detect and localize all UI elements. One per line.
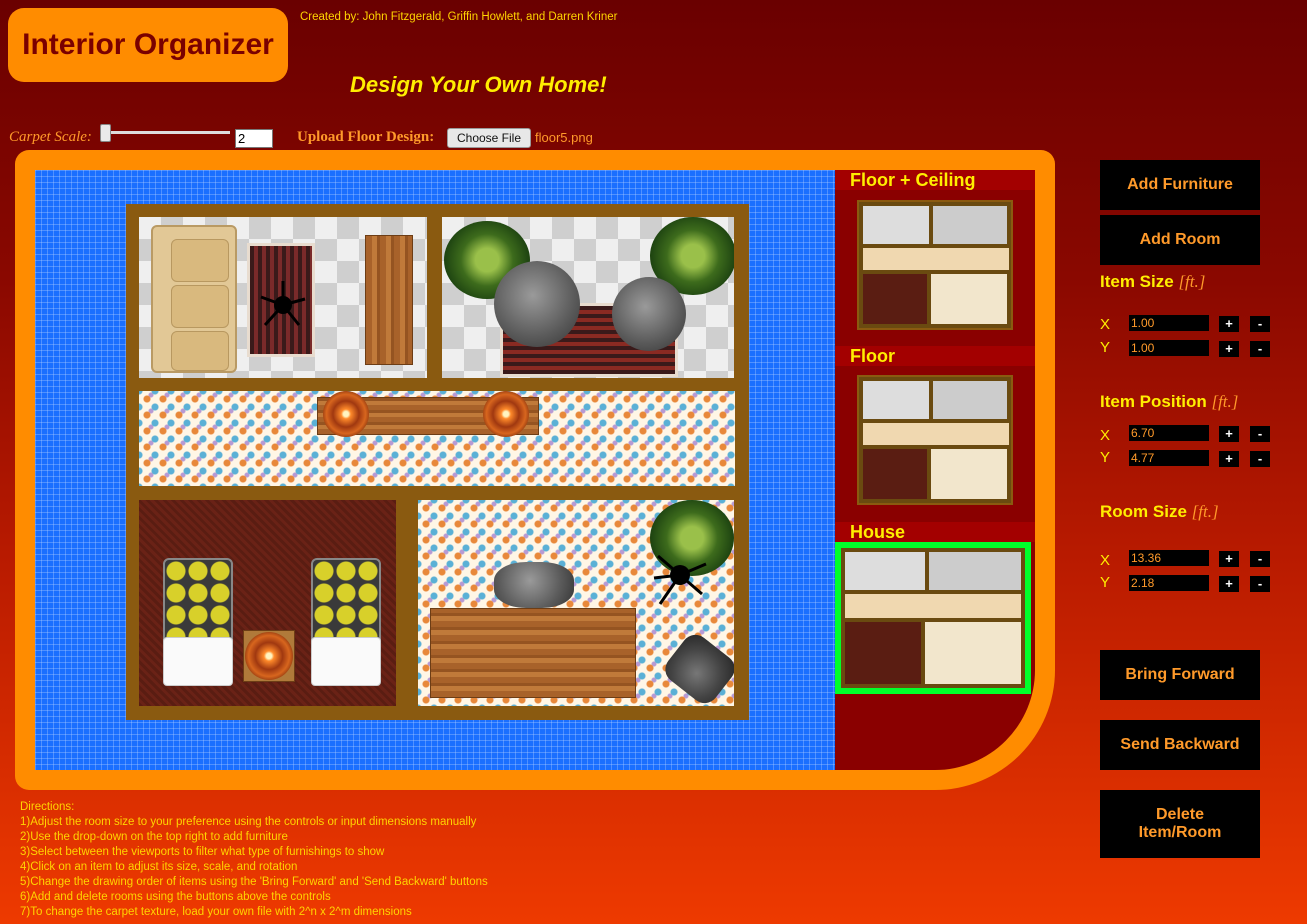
desk-chair[interactable] [494, 562, 574, 608]
desk[interactable] [430, 608, 636, 698]
item-position-x-plus-button[interactable]: + [1219, 426, 1239, 442]
item-size-heading: Item Size [ft.] [1100, 272, 1205, 292]
send-backward-button[interactable]: Send Backward [1100, 720, 1260, 770]
item-position-heading: Item Position [ft.] [1100, 392, 1238, 412]
item-position-x-field[interactable]: 6.70 [1129, 425, 1209, 441]
room-size-heading: Room Size [ft.] [1100, 502, 1219, 522]
slider-track [100, 131, 230, 134]
item-size-x-minus-button[interactable]: - [1250, 316, 1270, 332]
item-size-x-field[interactable]: 1.00 [1129, 315, 1209, 331]
item-position-x-minus-button[interactable]: - [1250, 426, 1270, 442]
bed[interactable] [311, 558, 381, 686]
choose-file-button[interactable]: Choose File [447, 128, 531, 148]
item-size-y-field[interactable]: 1.00 [1129, 340, 1209, 356]
logo-text: Interior Organizer [22, 28, 274, 61]
room-living[interactable] [139, 217, 427, 378]
viewport-floor-ceiling-label[interactable]: Floor + Ceiling [835, 170, 1035, 190]
slider-thumb[interactable] [100, 124, 111, 142]
ceiling-fan-icon[interactable] [257, 279, 309, 331]
viewport-floor[interactable] [857, 375, 1013, 505]
credits-text: Created by: John Fitzgerald, Griffin How… [300, 11, 618, 23]
room-bedroom[interactable] [139, 500, 396, 706]
file-name: floor5.png [535, 130, 593, 145]
add-furniture-button[interactable]: Add Furniture [1100, 160, 1260, 210]
lamp[interactable] [323, 391, 369, 437]
upload-floor-label: Upload Floor Design: [297, 129, 435, 145]
room-size-x-plus-button[interactable]: + [1219, 551, 1239, 567]
viewport-house-selected[interactable] [835, 542, 1031, 694]
item-position-y-label: Y [1100, 449, 1111, 466]
item-size-y-plus-button[interactable]: + [1219, 341, 1239, 357]
viewport-house-label[interactable]: House [835, 522, 1035, 542]
item-size-unit: [ft.] [1178, 272, 1206, 291]
direction-step: 5)Change the drawing order of items usin… [20, 876, 488, 888]
direction-step: 3)Select between the viewports to filter… [20, 846, 385, 858]
bed[interactable] [163, 558, 233, 686]
item-position-y-field[interactable]: 4.77 [1129, 450, 1209, 466]
delete-item-room-button[interactable]: Delete Item/Room [1100, 790, 1260, 858]
item-size-y-minus-button[interactable]: - [1250, 341, 1270, 357]
room-size-y-plus-button[interactable]: + [1219, 576, 1239, 592]
viewport-floor-ceiling[interactable] [857, 200, 1013, 330]
tagline: Design Your Own Home! [350, 72, 607, 97]
room-size-title: Room Size [1100, 502, 1187, 521]
item-size-x-plus-button[interactable]: + [1219, 316, 1239, 332]
viewport-floor-label[interactable]: Floor [835, 346, 1035, 366]
direction-step: 6)Add and delete rooms using the buttons… [20, 891, 331, 903]
item-position-x-label: X [1100, 427, 1111, 444]
bring-forward-button[interactable]: Bring Forward [1100, 650, 1260, 700]
item-position-y-minus-button[interactable]: - [1250, 451, 1270, 467]
round-chair[interactable] [612, 277, 686, 351]
coffee-table[interactable] [365, 235, 413, 365]
carpet-scale-input[interactable]: 2 [235, 129, 273, 148]
item-position-y-plus-button[interactable]: + [1219, 451, 1239, 467]
room-size-x-minus-button[interactable]: - [1250, 551, 1270, 567]
direction-step: 2)Use the drop-down on the top right to … [20, 831, 288, 843]
round-chair[interactable] [494, 261, 580, 347]
item-size-x-label: X [1100, 316, 1111, 333]
room-office[interactable] [418, 500, 734, 706]
room-size-y-field[interactable]: 2.18 [1129, 575, 1209, 591]
room-hallway[interactable] [139, 391, 735, 486]
office-chair[interactable] [659, 629, 734, 706]
carpet-scale-slider[interactable] [100, 124, 230, 142]
item-position-unit: [ft.] [1211, 392, 1239, 411]
item-size-y-label: Y [1100, 339, 1111, 356]
direction-step: 1)Adjust the room size to your preferenc… [20, 816, 477, 828]
room-size-unit: [ft.] [1191, 502, 1219, 521]
direction-step: 7)To change the carpet texture, load you… [20, 906, 412, 918]
ceiling-fan-icon[interactable] [650, 548, 710, 608]
directions-list: Directions: 1)Adjust the room size to yo… [20, 800, 488, 920]
room-size-x-field[interactable]: 13.36 [1129, 550, 1209, 566]
lamp[interactable] [245, 632, 293, 680]
item-position-title: Item Position [1100, 392, 1207, 411]
directions-heading: Directions: [20, 801, 75, 813]
item-size-title: Item Size [1100, 272, 1174, 291]
room-size-y-minus-button[interactable]: - [1250, 576, 1270, 592]
room-size-y-label: Y [1100, 574, 1111, 591]
room-dining[interactable] [442, 217, 734, 378]
app-logo: Interior Organizer [8, 8, 288, 82]
direction-step: 4)Click on an item to adjust its size, s… [20, 861, 298, 873]
room-size-x-label: X [1100, 552, 1111, 569]
lamp[interactable] [483, 391, 529, 437]
carpet-scale-label: Carpet Scale: [9, 129, 92, 145]
add-room-button[interactable]: Add Room [1100, 215, 1260, 265]
sofa[interactable] [151, 225, 237, 373]
